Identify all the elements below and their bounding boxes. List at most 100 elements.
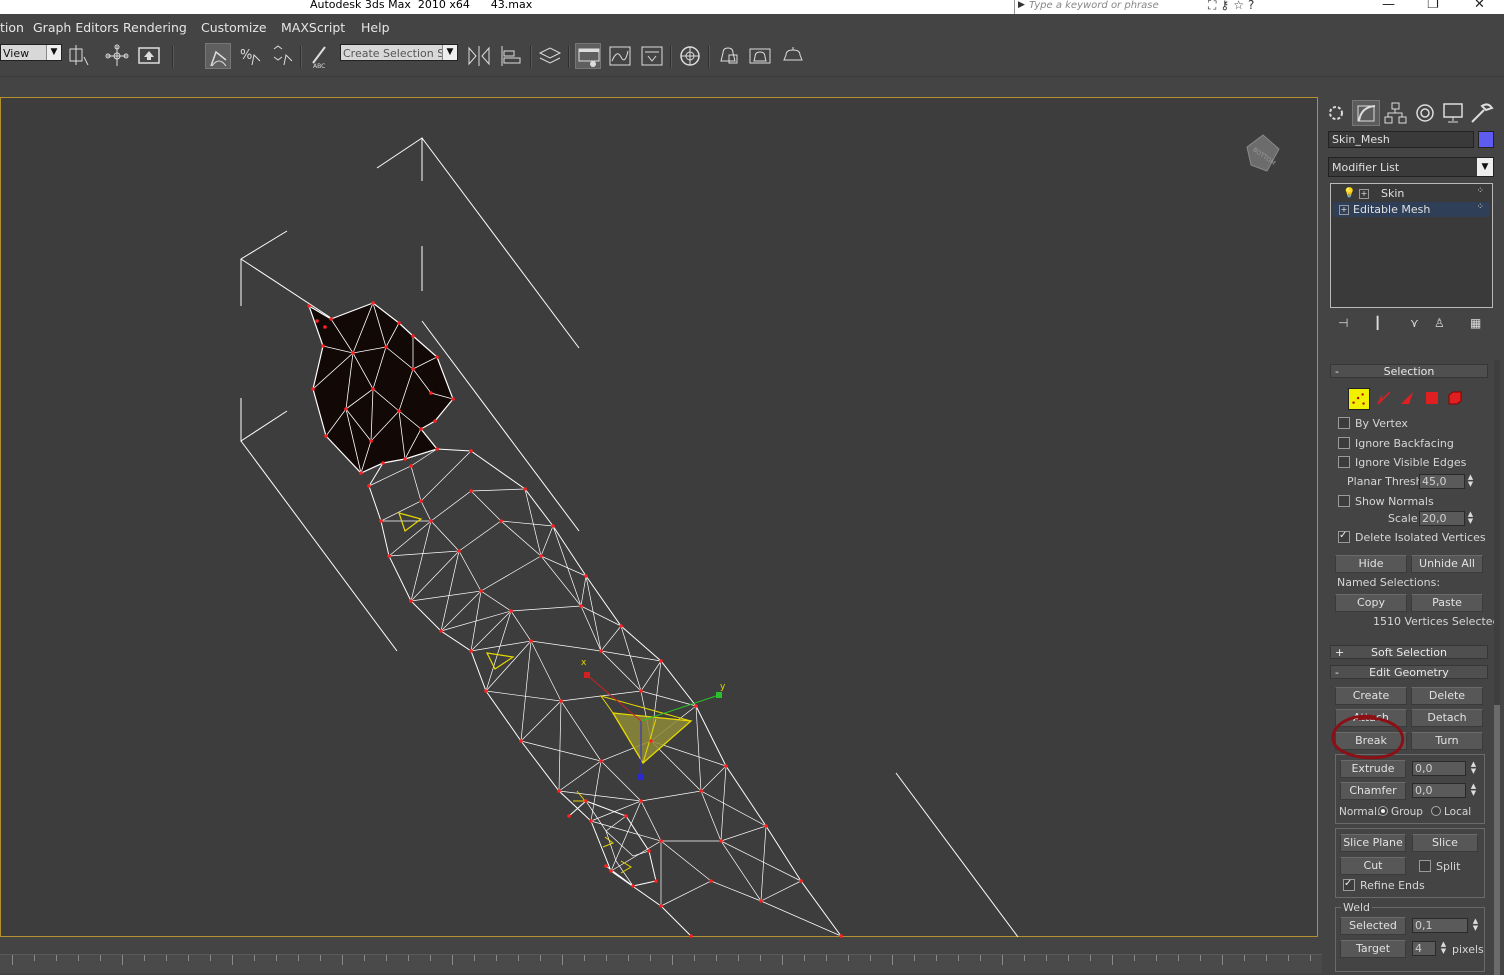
search-box[interactable]: ▶ Type a keyword or phrase xyxy=(1014,0,1205,14)
planar-thresh-spinner[interactable]: 45,0 xyxy=(1419,474,1465,489)
scrollbar-thumb[interactable] xyxy=(1494,705,1500,975)
schematic-view-icon[interactable] xyxy=(639,43,665,69)
polygon-level-icon[interactable] xyxy=(1424,390,1440,406)
menu-animation[interactable]: tion xyxy=(0,20,24,35)
stack-item-skin[interactable]: 💡 + Skin ⁘ xyxy=(1333,186,1490,201)
select-manipulate-icon[interactable] xyxy=(104,43,130,69)
mirror-icon[interactable] xyxy=(466,43,492,69)
cut-button[interactable]: Cut xyxy=(1340,857,1406,875)
extrude-button[interactable]: Extrude xyxy=(1340,760,1406,778)
remove-modifier-icon[interactable]: ♙ xyxy=(1434,316,1445,330)
key-icon[interactable]: ⚷ xyxy=(1220,0,1233,12)
normal-group-radio[interactable]: Group xyxy=(1375,806,1423,818)
spinner-arrows-icon[interactable]: ▲ ▼ xyxy=(1471,918,1480,933)
create-tab-icon[interactable] xyxy=(1324,100,1352,126)
show-end-result-toggle-icon[interactable]: ┃ xyxy=(1374,316,1381,330)
object-name-field[interactable]: Skin_Mesh xyxy=(1328,131,1474,148)
attach-button[interactable]: Attach xyxy=(1335,709,1407,727)
material-editor-icon[interactable] xyxy=(677,43,703,69)
spinner-arrows-icon[interactable]: ▲ ▼ xyxy=(1466,474,1475,489)
spinner-arrows-icon[interactable]: ▲ ▼ xyxy=(1469,783,1478,798)
search-expand-icon[interactable]: ▶ xyxy=(1018,0,1025,10)
hierarchy-tab-icon[interactable] xyxy=(1382,100,1410,126)
lightbulb-icon[interactable]: 💡 xyxy=(1343,186,1355,201)
modifier-stack[interactable]: 💡 + Skin ⁘ + Editable Mesh ⁘ xyxy=(1330,183,1493,308)
infocenter-tools[interactable]: ⛶⚷☆? xyxy=(1208,0,1258,13)
edit-geometry-rollout-header[interactable]: - Edit Geometry xyxy=(1330,665,1488,679)
normal-scale-spinner[interactable]: 20,0 xyxy=(1419,511,1465,526)
star-icon[interactable]: ☆ xyxy=(1233,0,1248,12)
normal-local-radio[interactable]: Local xyxy=(1428,806,1471,818)
slice-button[interactable]: Slice xyxy=(1412,834,1478,852)
break-button[interactable]: Break xyxy=(1335,732,1407,750)
copy-button[interactable]: Copy xyxy=(1335,594,1407,612)
vertex-level-icon[interactable] xyxy=(1348,388,1370,410)
viewcube[interactable]: BOTTOM xyxy=(1243,133,1283,173)
pin-stack-icon[interactable]: ⊣ xyxy=(1338,316,1348,330)
edge-level-icon[interactable] xyxy=(1376,390,1392,406)
spinner-arrows-icon[interactable]: ▲ ▼ xyxy=(1469,761,1478,776)
render-setup-icon[interactable] xyxy=(715,43,741,69)
show-normals-checkbox[interactable]: Show Normals xyxy=(1338,495,1434,509)
utilities-tab-icon[interactable] xyxy=(1468,100,1496,126)
percent-snap-icon[interactable]: % xyxy=(238,43,264,69)
split-checkbox[interactable]: Split xyxy=(1419,860,1460,874)
turn-button[interactable]: Turn xyxy=(1411,732,1483,750)
menu-help[interactable]: Help xyxy=(361,20,390,35)
unhide-all-button[interactable]: Unhide All xyxy=(1411,555,1483,573)
menu-maxscript[interactable]: MAXScript xyxy=(281,20,345,35)
chamfer-button[interactable]: Chamfer xyxy=(1340,782,1406,800)
weld-target-pixels-spinner[interactable]: 4 xyxy=(1412,941,1436,956)
make-unique-icon[interactable]: ⋎ xyxy=(1410,316,1419,330)
close-icon[interactable]: ✕ xyxy=(1474,0,1485,12)
modify-tab-icon[interactable] xyxy=(1352,100,1380,126)
menu-graph-editors[interactable]: Graph Editors xyxy=(33,20,119,35)
expand-plus-icon[interactable]: + xyxy=(1339,205,1349,215)
object-color-swatch[interactable] xyxy=(1478,131,1494,148)
extrude-amount-spinner[interactable]: 0,0 xyxy=(1412,761,1466,776)
spinner-arrows-icon[interactable]: ▲ ▼ xyxy=(1466,511,1475,526)
delete-button[interactable]: Delete xyxy=(1411,687,1483,705)
by-vertex-checkbox[interactable]: By Vertex xyxy=(1338,417,1408,431)
pivot-center-icon[interactable] xyxy=(66,43,92,69)
maximize-icon[interactable]: ❐ xyxy=(1427,0,1439,12)
reference-coordinate-dropdown[interactable]: View ▼ xyxy=(0,44,62,61)
expand-plus-icon[interactable]: + xyxy=(1359,189,1369,199)
ignore-visible-edges-checkbox[interactable]: Ignore Visible Edges xyxy=(1338,456,1466,470)
named-selection-set-dropdown[interactable]: Create Selection Se ▼ xyxy=(340,44,458,61)
graphite-modeling-tools-icon[interactable] xyxy=(575,43,601,69)
modifier-list-dropdown[interactable]: Modifier List ▼ xyxy=(1328,157,1494,177)
menu-rendering[interactable]: Rendering xyxy=(123,20,187,35)
snaps-toggle-icon[interactable] xyxy=(205,43,231,69)
help-icon[interactable]: ? xyxy=(1248,0,1258,12)
layer-manager-icon[interactable] xyxy=(537,43,563,69)
rendered-frame-window-icon[interactable] xyxy=(747,43,773,69)
minimize-icon[interactable]: — xyxy=(1382,0,1395,12)
hide-button[interactable]: Hide xyxy=(1335,555,1407,573)
create-button[interactable]: Create xyxy=(1335,687,1407,705)
ignore-backfacing-checkbox[interactable]: Ignore Backfacing xyxy=(1338,437,1454,451)
command-panel-scrollbar[interactable] xyxy=(1494,360,1500,975)
configure-modifier-sets-icon[interactable]: ▦ xyxy=(1470,316,1481,330)
spinner-arrows-icon[interactable]: ▲ ▼ xyxy=(1439,941,1448,956)
paste-button[interactable]: Paste xyxy=(1411,594,1483,612)
curve-editor-icon[interactable] xyxy=(607,43,633,69)
slice-plane-button[interactable]: Slice Plane xyxy=(1340,834,1406,852)
menu-customize[interactable]: Customize xyxy=(201,20,267,35)
soft-selection-rollout-header[interactable]: + Soft Selection xyxy=(1330,645,1488,659)
weld-selected-button[interactable]: Selected xyxy=(1340,917,1406,935)
scene-wireframe[interactable]: y x xyxy=(1,98,1319,938)
stack-item-editable-mesh[interactable]: + Editable Mesh ⁘ xyxy=(1333,202,1490,217)
selection-rollout-header[interactable]: - Selection xyxy=(1330,364,1488,378)
weld-threshold-spinner[interactable]: 0,1 xyxy=(1412,918,1468,933)
render-production-icon[interactable] xyxy=(780,43,806,69)
align-icon[interactable] xyxy=(498,43,524,69)
weld-target-button[interactable]: Target xyxy=(1340,940,1406,958)
delete-isolated-vertices-checkbox[interactable]: Delete Isolated Vertices xyxy=(1338,529,1486,545)
motion-tab-icon[interactable] xyxy=(1412,100,1440,126)
refine-ends-checkbox[interactable]: Refine Ends xyxy=(1343,877,1425,893)
keyboard-shortcut-override-icon[interactable] xyxy=(136,43,162,69)
edit-named-selection-icon[interactable]: ABC xyxy=(307,43,333,70)
spinner-snap-icon[interactable] xyxy=(270,43,296,69)
face-level-icon[interactable] xyxy=(1399,390,1415,406)
